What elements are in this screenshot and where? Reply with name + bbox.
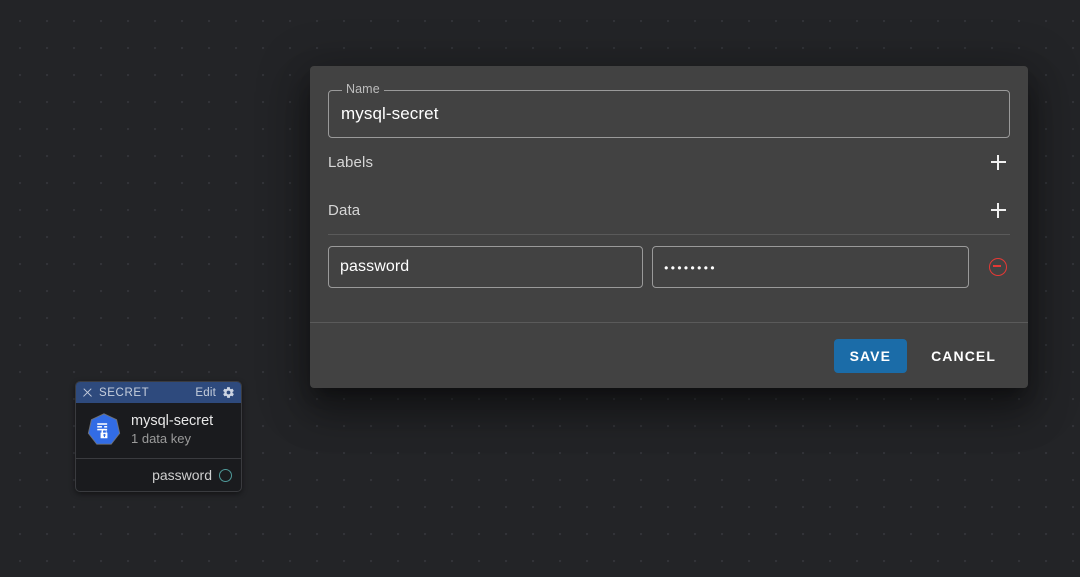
- node-name-label: mysql-secret: [131, 413, 214, 429]
- gear-icon[interactable]: [222, 386, 235, 399]
- node-header: SECRET Edit: [76, 382, 241, 403]
- name-input[interactable]: mysql-secret: [341, 90, 439, 138]
- secret-node-card[interactable]: SECRET Edit mysql-secret 1 data key pass…: [75, 381, 242, 492]
- node-subtitle-label: 1 data key: [131, 431, 191, 446]
- dialog-body: Name mysql-secret Labels Data password •…: [310, 82, 1028, 293]
- close-icon[interactable]: [82, 387, 93, 398]
- add-data-button[interactable]: [986, 198, 1010, 222]
- data-section-header: Data: [328, 186, 1010, 234]
- add-label-button[interactable]: [986, 150, 1010, 174]
- name-field[interactable]: Name mysql-secret: [328, 82, 1010, 138]
- kubernetes-secret-icon: [87, 413, 121, 445]
- node-text-block: mysql-secret 1 data key: [131, 413, 213, 447]
- save-button[interactable]: SAVE: [833, 338, 908, 373]
- data-section-title: Data: [328, 201, 361, 219]
- plus-icon: [990, 202, 1006, 218]
- node-kind-label: SECRET: [99, 386, 150, 399]
- dialog-footer: SAVE CANCEL: [310, 322, 1028, 388]
- labels-section-title: Labels: [328, 153, 374, 171]
- data-section-divider: [328, 234, 1010, 235]
- labels-section-header: Labels: [328, 138, 1010, 186]
- secret-edit-dialog: Name mysql-secret Labels Data password •…: [310, 66, 1028, 388]
- port-label: password: [152, 467, 212, 483]
- table-row: password ••••••••: [328, 241, 1010, 293]
- data-value-input[interactable]: ••••••••: [652, 246, 970, 288]
- port-circle-icon[interactable]: [219, 468, 232, 482]
- node-main: mysql-secret 1 data key: [76, 403, 241, 459]
- node-port-row: password: [76, 459, 241, 491]
- minus-circle-icon: [989, 258, 1008, 276]
- cancel-button[interactable]: CANCEL: [915, 339, 1012, 373]
- data-value-masked: ••••••••: [664, 261, 717, 275]
- remove-data-row-button[interactable]: [986, 255, 1010, 279]
- data-key-input[interactable]: password: [328, 246, 644, 288]
- node-edit-button[interactable]: Edit: [195, 387, 216, 399]
- plus-icon: [990, 154, 1006, 170]
